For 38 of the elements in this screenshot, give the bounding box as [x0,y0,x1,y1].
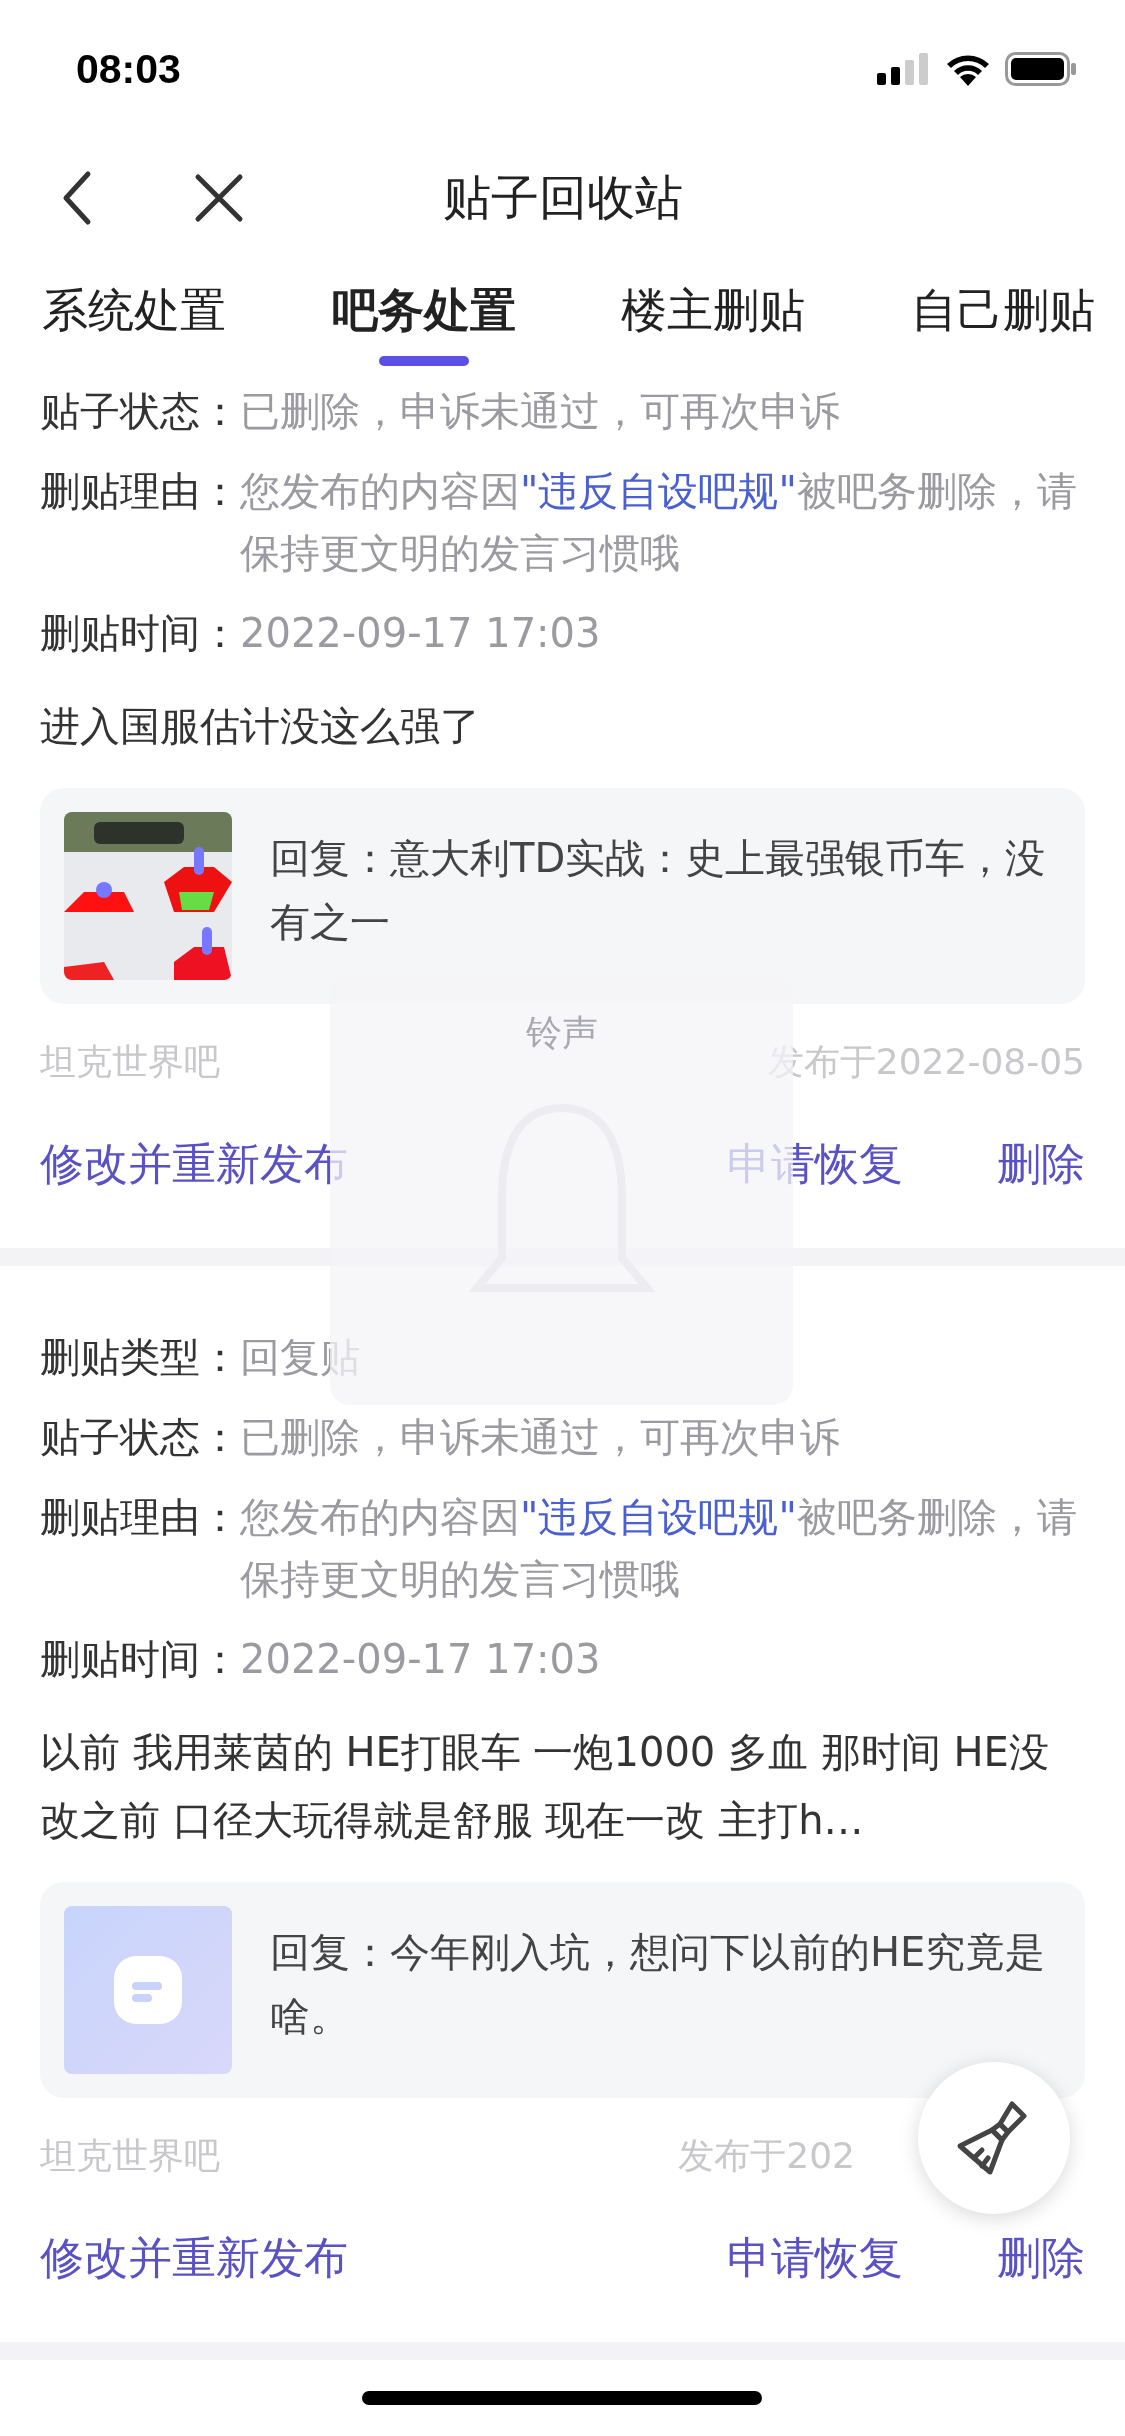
field-value: 已删除，申诉未通过，可再次申诉 [240,1413,840,1462]
field-value: 您发布的内容因"违反自设吧规"被吧务删除，请保持更文明的发言习惯哦 [240,1493,1078,1604]
tab[interactable]: 系统处置 [42,258,226,380]
reply-text: 回复：意大利TD实战：史上最强银币车，没有之一 [270,834,1047,947]
action-link[interactable]: 申请恢复 [727,2229,903,2288]
page-title: 贴子回收站 [441,168,684,227]
field-value: 回复贴 [240,1333,360,1382]
reply-card[interactable]: 回复：今年刚入坑，想问下以前的HE究竟是啥。 [40,1882,1085,2098]
field-label: 删贴时间： [40,1635,240,1684]
field-label: 贴子状态： [40,387,240,436]
field-label: 删贴类型： [40,1333,240,1382]
reply-text: 回复：今年刚入坑，想问下以前的HE究竟是啥。 [270,1928,1047,2041]
signal-icon [877,53,931,85]
field-label: 贴子状态： [40,1413,240,1462]
post-text: 进入国服估计没这么强了 [40,702,481,751]
tab[interactable]: 自己删贴 [910,258,1095,380]
action-link[interactable]: 删除 [997,1135,1085,1194]
tab[interactable]: 吧务处置 [331,258,516,380]
rule-link[interactable]: "违反自设吧规" [520,468,797,514]
field-label: 删贴时间： [40,609,240,658]
action-link[interactable]: 修改并重新发布 [40,2229,348,2288]
status-time: 08:03 [76,45,181,93]
post-text: 以前 我用莱茵的 HE打眼车 一炮1000 多血 那时间 HE没改之前 口径大玩得就是舒服 现在一改 主打h… [40,1728,1050,1845]
field-value: 您发布的内容因"违反自设吧规"被吧务删除，请保持更文明的发言习惯哦 [240,467,1078,578]
field-label: 删贴理由： [40,467,240,516]
action-link[interactable]: 删除 [997,2229,1085,2288]
field-value: 已删除，申诉未通过，可再次申诉 [240,387,840,436]
battery-icon [1005,52,1077,86]
wifi-icon [945,52,991,86]
overlay-title: 铃声 [525,1011,598,1055]
field-value: 2022-09-17 17:03 [240,609,601,658]
field-value: 2022-09-17 17:03 [240,1635,601,1684]
field-label: 删贴理由： [40,1493,240,1542]
close-icon[interactable] [194,173,244,223]
reply-card[interactable]: 回复：意大利TD实战：史上最强银币车，没有之一 [40,788,1085,1004]
tab[interactable]: 楼主删贴 [621,258,806,380]
rule-link[interactable]: "违反自设吧规" [520,1494,797,1540]
placeholder-image-icon [64,1906,232,2074]
